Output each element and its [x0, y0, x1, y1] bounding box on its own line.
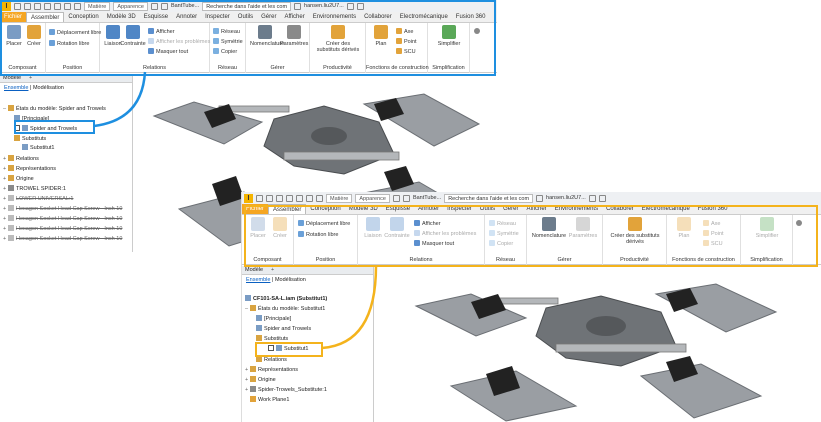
- folder-icon: [256, 335, 262, 341]
- tree-node-root-assembly[interactable]: CF101-SA-L.iam (Substitut1): [245, 295, 327, 303]
- folder-icon: [8, 165, 14, 171]
- part-icon: [250, 386, 256, 392]
- tree-node-label: Origine: [258, 377, 276, 383]
- tree-node-label: Relations: [16, 156, 39, 162]
- folder-icon: [14, 135, 20, 141]
- update-icon[interactable]: [402, 194, 410, 202]
- tree-node-label: LOWER UNIVERSAL:1: [16, 196, 74, 202]
- part-icon: [8, 205, 14, 211]
- tree-node-label: États du modèle: Substitut1: [258, 306, 326, 312]
- tree-node-label: Substituts: [22, 136, 47, 142]
- account-icon[interactable]: [536, 194, 544, 202]
- highlight-substitut1: [255, 342, 323, 357]
- home-icon[interactable]: [306, 194, 313, 202]
- tree-node-label: Hexagon Socket Head Cap Screw - Inch 10: [16, 236, 123, 242]
- graphics-viewport[interactable]: [376, 266, 821, 422]
- redo-icon[interactable]: [296, 194, 303, 202]
- highlight-ribbon-substitute: [244, 205, 818, 267]
- folder-icon: [8, 175, 14, 181]
- state-icon: [256, 315, 262, 321]
- help-search-input[interactable]: Recherche dans l'aide et les com: [444, 193, 534, 203]
- tree-node-origine[interactable]: + Origine: [245, 376, 276, 384]
- browser-title: Modèle: [245, 267, 264, 273]
- tree-node-screw[interactable]: + Hexagon Socket Head Cap Screw - Inch 10: [3, 215, 122, 223]
- tree-node-label: Hexagon Socket Head Cap Screw - Inch 10: [16, 206, 123, 212]
- quick-access-toolbar: I Matière Apparence BantTube... Recherch…: [242, 192, 821, 204]
- tree-node-screw[interactable]: + Hexagon Socket Head Cap Screw - Inch 10: [3, 205, 122, 213]
- save-icon[interactable]: [276, 194, 283, 202]
- folder-icon: [8, 155, 14, 161]
- work-plane-icon: [250, 396, 256, 402]
- substitute-icon: [22, 144, 28, 150]
- tree-node-label: Hexagon Socket Head Cap Screw - Inch 10: [16, 216, 123, 222]
- tab-ensemble[interactable]: Ensemble: [246, 277, 270, 283]
- part-icon: [8, 195, 14, 201]
- select-icon[interactable]: [316, 194, 323, 202]
- tree-node-trowel-spider[interactable]: + TROWEL SPIDER:1: [3, 185, 66, 193]
- substitute-model-3d[interactable]: [376, 266, 821, 422]
- tree-node-screw[interactable]: + Hexagon Socket Head Cap Screw - Inch 10: [3, 235, 122, 243]
- tree-node-label: Origine: [16, 176, 34, 182]
- tree-node-model-states[interactable]: – États du modèle: Substitut1: [245, 305, 325, 313]
- tree-node-label: [Principale]: [264, 316, 292, 322]
- add-browser-icon[interactable]: +: [271, 267, 274, 273]
- assembly-icon: [245, 295, 251, 301]
- tree-node-label: Spider-Trowels_Substitute:1: [258, 387, 327, 393]
- new-icon[interactable]: [256, 194, 263, 202]
- tree-node-label: Spider and Trowels: [264, 326, 312, 332]
- tree-node-label: TROWEL SPIDER:1: [16, 186, 66, 192]
- tree-node-work-plane[interactable]: Work Plane1: [250, 396, 289, 404]
- material-dropdown[interactable]: Matière: [326, 193, 353, 203]
- tree-node-label: Hexagon Socket Head Cap Screw - Inch 10: [16, 226, 123, 232]
- state-icon: [256, 325, 262, 331]
- tree-node-screw[interactable]: + Hexagon Socket Head Cap Screw - Inch 10: [3, 225, 122, 233]
- tree-node-origine[interactable]: + Origine: [3, 175, 34, 183]
- callout-line-orange: [321, 265, 378, 350]
- tree-node-lower-universal[interactable]: + LOWER UNIVERSAL:1: [3, 195, 73, 203]
- tree-node-label: Relations: [264, 357, 287, 363]
- tree-node-representations[interactable]: + Représentations: [3, 165, 56, 173]
- tree-node-substitute-part[interactable]: + Spider-Trowels_Substitute:1: [245, 386, 327, 394]
- undo-icon[interactable]: [286, 194, 293, 202]
- document-title: BantTube...: [412, 195, 442, 201]
- part-icon: [8, 215, 14, 221]
- tree-node-principale[interactable]: [Principale]: [256, 315, 291, 323]
- highlight-spider-and-trowels: [14, 120, 95, 134]
- tree-node-spider-and-trowels[interactable]: Spider and Trowels: [256, 325, 311, 333]
- user-name[interactable]: hansen.liu2U7...: [546, 195, 586, 201]
- tab-modelisation[interactable]: Modélisation: [275, 277, 306, 283]
- tree-node-representations[interactable]: + Représentations: [245, 366, 298, 374]
- highlight-ribbon-original: [0, 0, 496, 76]
- part-icon: [8, 185, 14, 191]
- callout-line-blue: [93, 71, 147, 128]
- folder-icon: [250, 305, 256, 311]
- tree-node-substituts[interactable]: Substituts: [14, 135, 46, 143]
- folder-icon: [8, 105, 14, 111]
- help-icon[interactable]: [598, 194, 606, 202]
- tree-node-relations[interactable]: Relations: [256, 356, 287, 364]
- tree-node-label: Représentations: [258, 367, 299, 373]
- folder-icon: [250, 366, 256, 372]
- measure-icon[interactable]: [392, 194, 400, 202]
- open-icon[interactable]: [266, 194, 273, 202]
- tree-node-label: Work Plane1: [258, 397, 290, 403]
- tab-modelisation[interactable]: Modélisation: [33, 85, 64, 91]
- cart-icon[interactable]: [588, 194, 596, 202]
- tree-node-label: CF101-SA-L.iam (Substitut1): [253, 296, 328, 302]
- tree-node-label: Substitut1: [30, 145, 55, 151]
- tree-node-relations[interactable]: + Relations: [3, 155, 39, 163]
- tree-node-substitut1[interactable]: Substitut1: [22, 144, 54, 152]
- tab-ensemble[interactable]: Ensemble: [4, 85, 28, 91]
- part-icon: [8, 225, 14, 231]
- appearance-dropdown[interactable]: Apparence: [355, 193, 390, 203]
- part-icon: [8, 235, 14, 241]
- inventor-logo-icon[interactable]: I: [244, 193, 253, 203]
- tree-node-label: Représentations: [16, 166, 57, 172]
- folder-icon: [250, 376, 256, 382]
